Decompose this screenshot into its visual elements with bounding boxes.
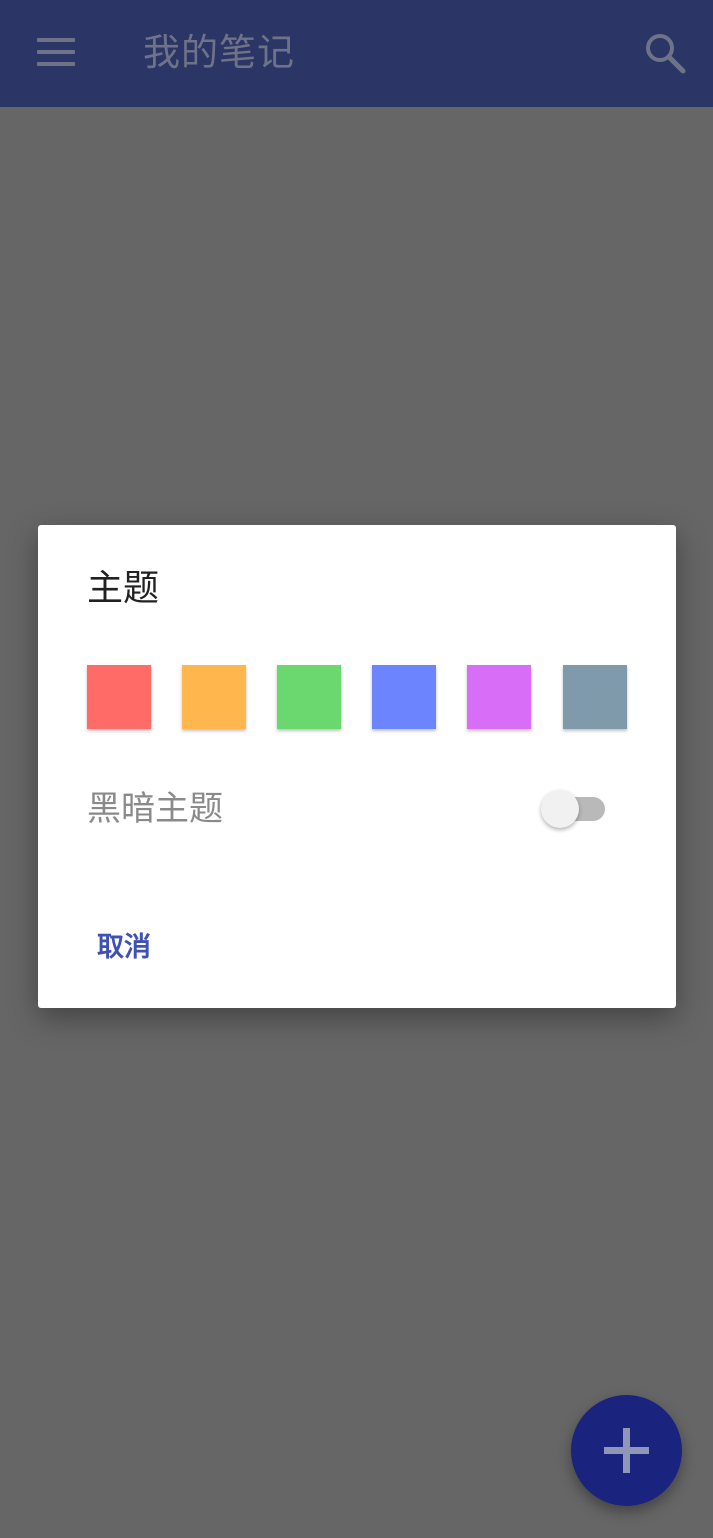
cancel-button[interactable]: 取消 xyxy=(89,924,159,972)
hamburger-menu-icon[interactable] xyxy=(30,31,82,75)
add-note-button[interactable] xyxy=(571,1395,682,1506)
theme-swatch-bluegrey[interactable] xyxy=(563,665,627,729)
theme-swatch-orange[interactable] xyxy=(182,665,246,729)
theme-swatch-blue[interactable] xyxy=(372,665,436,729)
search-icon[interactable] xyxy=(640,28,690,78)
app-title: 我的笔记 xyxy=(143,31,295,74)
theme-swatch-red[interactable] xyxy=(87,665,151,729)
toggle-thumb xyxy=(541,790,579,828)
app-bar: 我的笔记 xyxy=(0,0,713,107)
plus-icon xyxy=(604,1428,649,1473)
theme-swatch-green[interactable] xyxy=(277,665,341,729)
dark-theme-label: 黑暗主题 xyxy=(87,789,223,829)
theme-swatch-row xyxy=(87,665,628,729)
theme-swatch-purple[interactable] xyxy=(467,665,531,729)
dark-theme-toggle[interactable] xyxy=(541,790,607,828)
theme-dialog: 主题 黑暗主题 取消 xyxy=(38,525,676,1008)
dialog-title: 主题 xyxy=(87,568,160,609)
